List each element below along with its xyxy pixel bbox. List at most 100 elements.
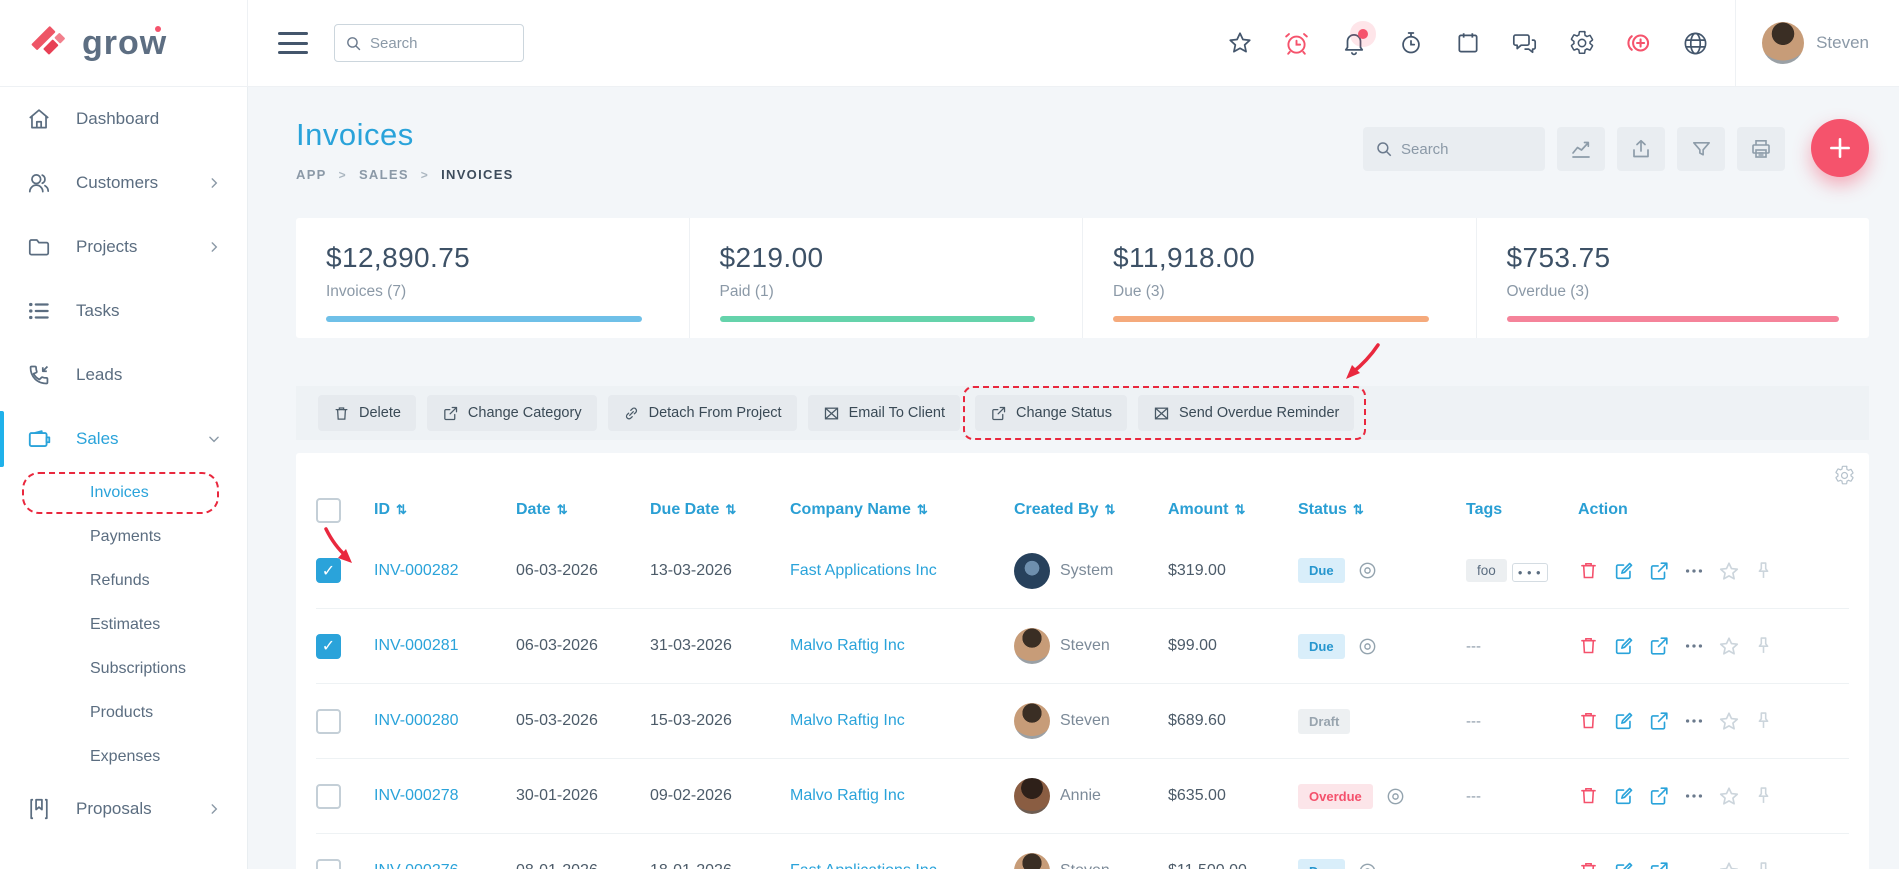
table-settings-icon[interactable] — [1834, 465, 1855, 486]
sidebar-item-customers[interactable]: Customers — [0, 151, 247, 215]
eye-icon[interactable] — [1357, 560, 1378, 581]
favorite-icon[interactable] — [1718, 635, 1740, 657]
chart-icon[interactable] — [1557, 127, 1605, 171]
filter-icon[interactable] — [1677, 127, 1725, 171]
edit-icon[interactable] — [1613, 860, 1635, 869]
sidebar-item-proposals[interactable]: Proposals — [0, 779, 247, 839]
tag-chip[interactable]: foo — [1466, 559, 1507, 582]
sidebar-item-dashboard[interactable]: Dashboard — [0, 87, 247, 151]
favorite-icon[interactable] — [1718, 785, 1740, 807]
column-header-id[interactable]: ID ⇅ — [374, 501, 516, 519]
favorite-icon[interactable] — [1718, 710, 1740, 732]
pin-icon[interactable] — [1753, 860, 1775, 869]
row-checkbox[interactable] — [316, 708, 341, 734]
logo[interactable]: grow — [0, 0, 248, 86]
star-icon[interactable] — [1226, 30, 1253, 57]
invoice-id-link[interactable]: INV-000282 — [374, 562, 516, 580]
breadcrumb-sales[interactable]: SALES — [359, 167, 409, 182]
row-checkbox[interactable] — [316, 858, 341, 869]
invoice-id-link[interactable]: INV-000276 — [374, 862, 516, 869]
global-search[interactable] — [334, 24, 524, 62]
delete-icon[interactable] — [1578, 635, 1600, 657]
company-link[interactable]: Malvo Raftig Inc — [790, 787, 1014, 805]
edit-icon[interactable] — [1613, 560, 1635, 582]
more-icon[interactable] — [1683, 710, 1705, 732]
column-header-due-date[interactable]: Due Date ⇅ — [650, 501, 790, 519]
open-icon[interactable] — [1648, 860, 1670, 869]
eye-icon[interactable] — [1357, 636, 1378, 657]
column-header-status[interactable]: Status ⇅ — [1298, 501, 1466, 519]
alarm-icon[interactable] — [1283, 30, 1310, 57]
chat-icon[interactable] — [1511, 30, 1538, 57]
add-invoice-button[interactable] — [1811, 119, 1869, 177]
delete-button[interactable]: Delete — [318, 395, 416, 431]
sidebar-item-subscriptions[interactable]: Subscriptions — [0, 647, 247, 691]
eye-icon[interactable] — [1357, 861, 1378, 869]
more-icon[interactable] — [1683, 860, 1705, 869]
company-link[interactable]: Fast Applications Inc — [790, 862, 1014, 869]
row-checkbox[interactable]: ✓ — [316, 633, 341, 659]
user-menu[interactable]: Steven — [1736, 22, 1869, 64]
sidebar-item-tasks[interactable]: Tasks — [0, 279, 247, 343]
row-checkbox[interactable]: ✓ — [316, 558, 341, 583]
row-checkbox[interactable] — [316, 783, 341, 809]
delete-icon[interactable] — [1578, 710, 1600, 732]
send-overdue-reminder-button[interactable]: Send Overdue Reminder — [1137, 395, 1355, 431]
pin-icon[interactable] — [1753, 710, 1775, 732]
email-to-client-button[interactable]: Email To Client — [807, 395, 961, 431]
more-icon[interactable] — [1683, 785, 1705, 807]
column-header-date[interactable]: Date ⇅ — [516, 501, 650, 519]
more-icon[interactable] — [1683, 635, 1705, 657]
company-link[interactable]: Fast Applications Inc — [790, 562, 1014, 580]
breadcrumb-app[interactable]: APP — [296, 167, 327, 182]
pin-icon[interactable] — [1753, 635, 1775, 657]
open-icon[interactable] — [1648, 710, 1670, 732]
column-header-created-by[interactable]: Created By ⇅ — [1014, 501, 1168, 519]
edit-icon[interactable] — [1613, 710, 1635, 732]
search-input[interactable] — [370, 34, 500, 52]
edit-icon[interactable] — [1613, 785, 1635, 807]
invoice-id-link[interactable]: INV-000280 — [374, 712, 516, 730]
invoice-id-link[interactable]: INV-000278 — [374, 787, 516, 805]
globe-icon[interactable] — [1682, 30, 1709, 57]
sidebar-item-sales[interactable]: Sales — [0, 407, 247, 471]
column-header-company[interactable]: Company Name ⇅ — [790, 501, 1014, 519]
open-icon[interactable] — [1648, 785, 1670, 807]
more-icon[interactable] — [1683, 560, 1705, 582]
table-search[interactable] — [1363, 127, 1545, 171]
timer-icon[interactable] — [1397, 30, 1424, 57]
sidebar-item-refunds[interactable]: Refunds — [0, 559, 247, 603]
eye-icon[interactable] — [1385, 786, 1406, 807]
sidebar-item-expenses[interactable]: Expenses — [0, 735, 247, 779]
menu-icon[interactable] — [278, 32, 308, 54]
open-icon[interactable] — [1648, 560, 1670, 582]
sidebar-item-leads[interactable]: Leads — [0, 343, 247, 407]
sidebar-item-payments[interactable]: Payments — [0, 515, 247, 559]
export-icon[interactable] — [1617, 127, 1665, 171]
sidebar-item-products[interactable]: Products — [0, 691, 247, 735]
bell-icon[interactable] — [1340, 28, 1369, 57]
favorite-icon[interactable] — [1718, 860, 1740, 869]
pin-icon[interactable] — [1753, 785, 1775, 807]
invoice-id-link[interactable]: INV-000281 — [374, 637, 516, 655]
gear-icon[interactable] — [1568, 30, 1595, 57]
company-link[interactable]: Malvo Raftig Inc — [790, 637, 1014, 655]
open-icon[interactable] — [1648, 635, 1670, 657]
table-search-input[interactable] — [1401, 140, 1531, 158]
pin-icon[interactable] — [1753, 560, 1775, 582]
select-all-checkbox[interactable] — [316, 497, 341, 523]
delete-icon[interactable] — [1578, 560, 1600, 582]
sidebar-item-projects[interactable]: Projects — [0, 215, 247, 279]
favorite-icon[interactable] — [1718, 560, 1740, 582]
change-category-button[interactable]: Change Category — [426, 395, 597, 431]
delete-icon[interactable] — [1578, 785, 1600, 807]
change-status-button[interactable]: Change Status — [975, 395, 1127, 431]
sidebar-item-estimates[interactable]: Estimates — [0, 603, 247, 647]
edit-icon[interactable] — [1613, 635, 1635, 657]
quick-add-icon[interactable] — [1625, 30, 1652, 57]
calendar-icon[interactable] — [1454, 30, 1481, 57]
sidebar-item-invoices[interactable]: Invoices — [0, 471, 247, 515]
print-icon[interactable] — [1737, 127, 1785, 171]
delete-icon[interactable] — [1578, 860, 1600, 869]
column-header-amount[interactable]: Amount ⇅ — [1168, 501, 1298, 519]
